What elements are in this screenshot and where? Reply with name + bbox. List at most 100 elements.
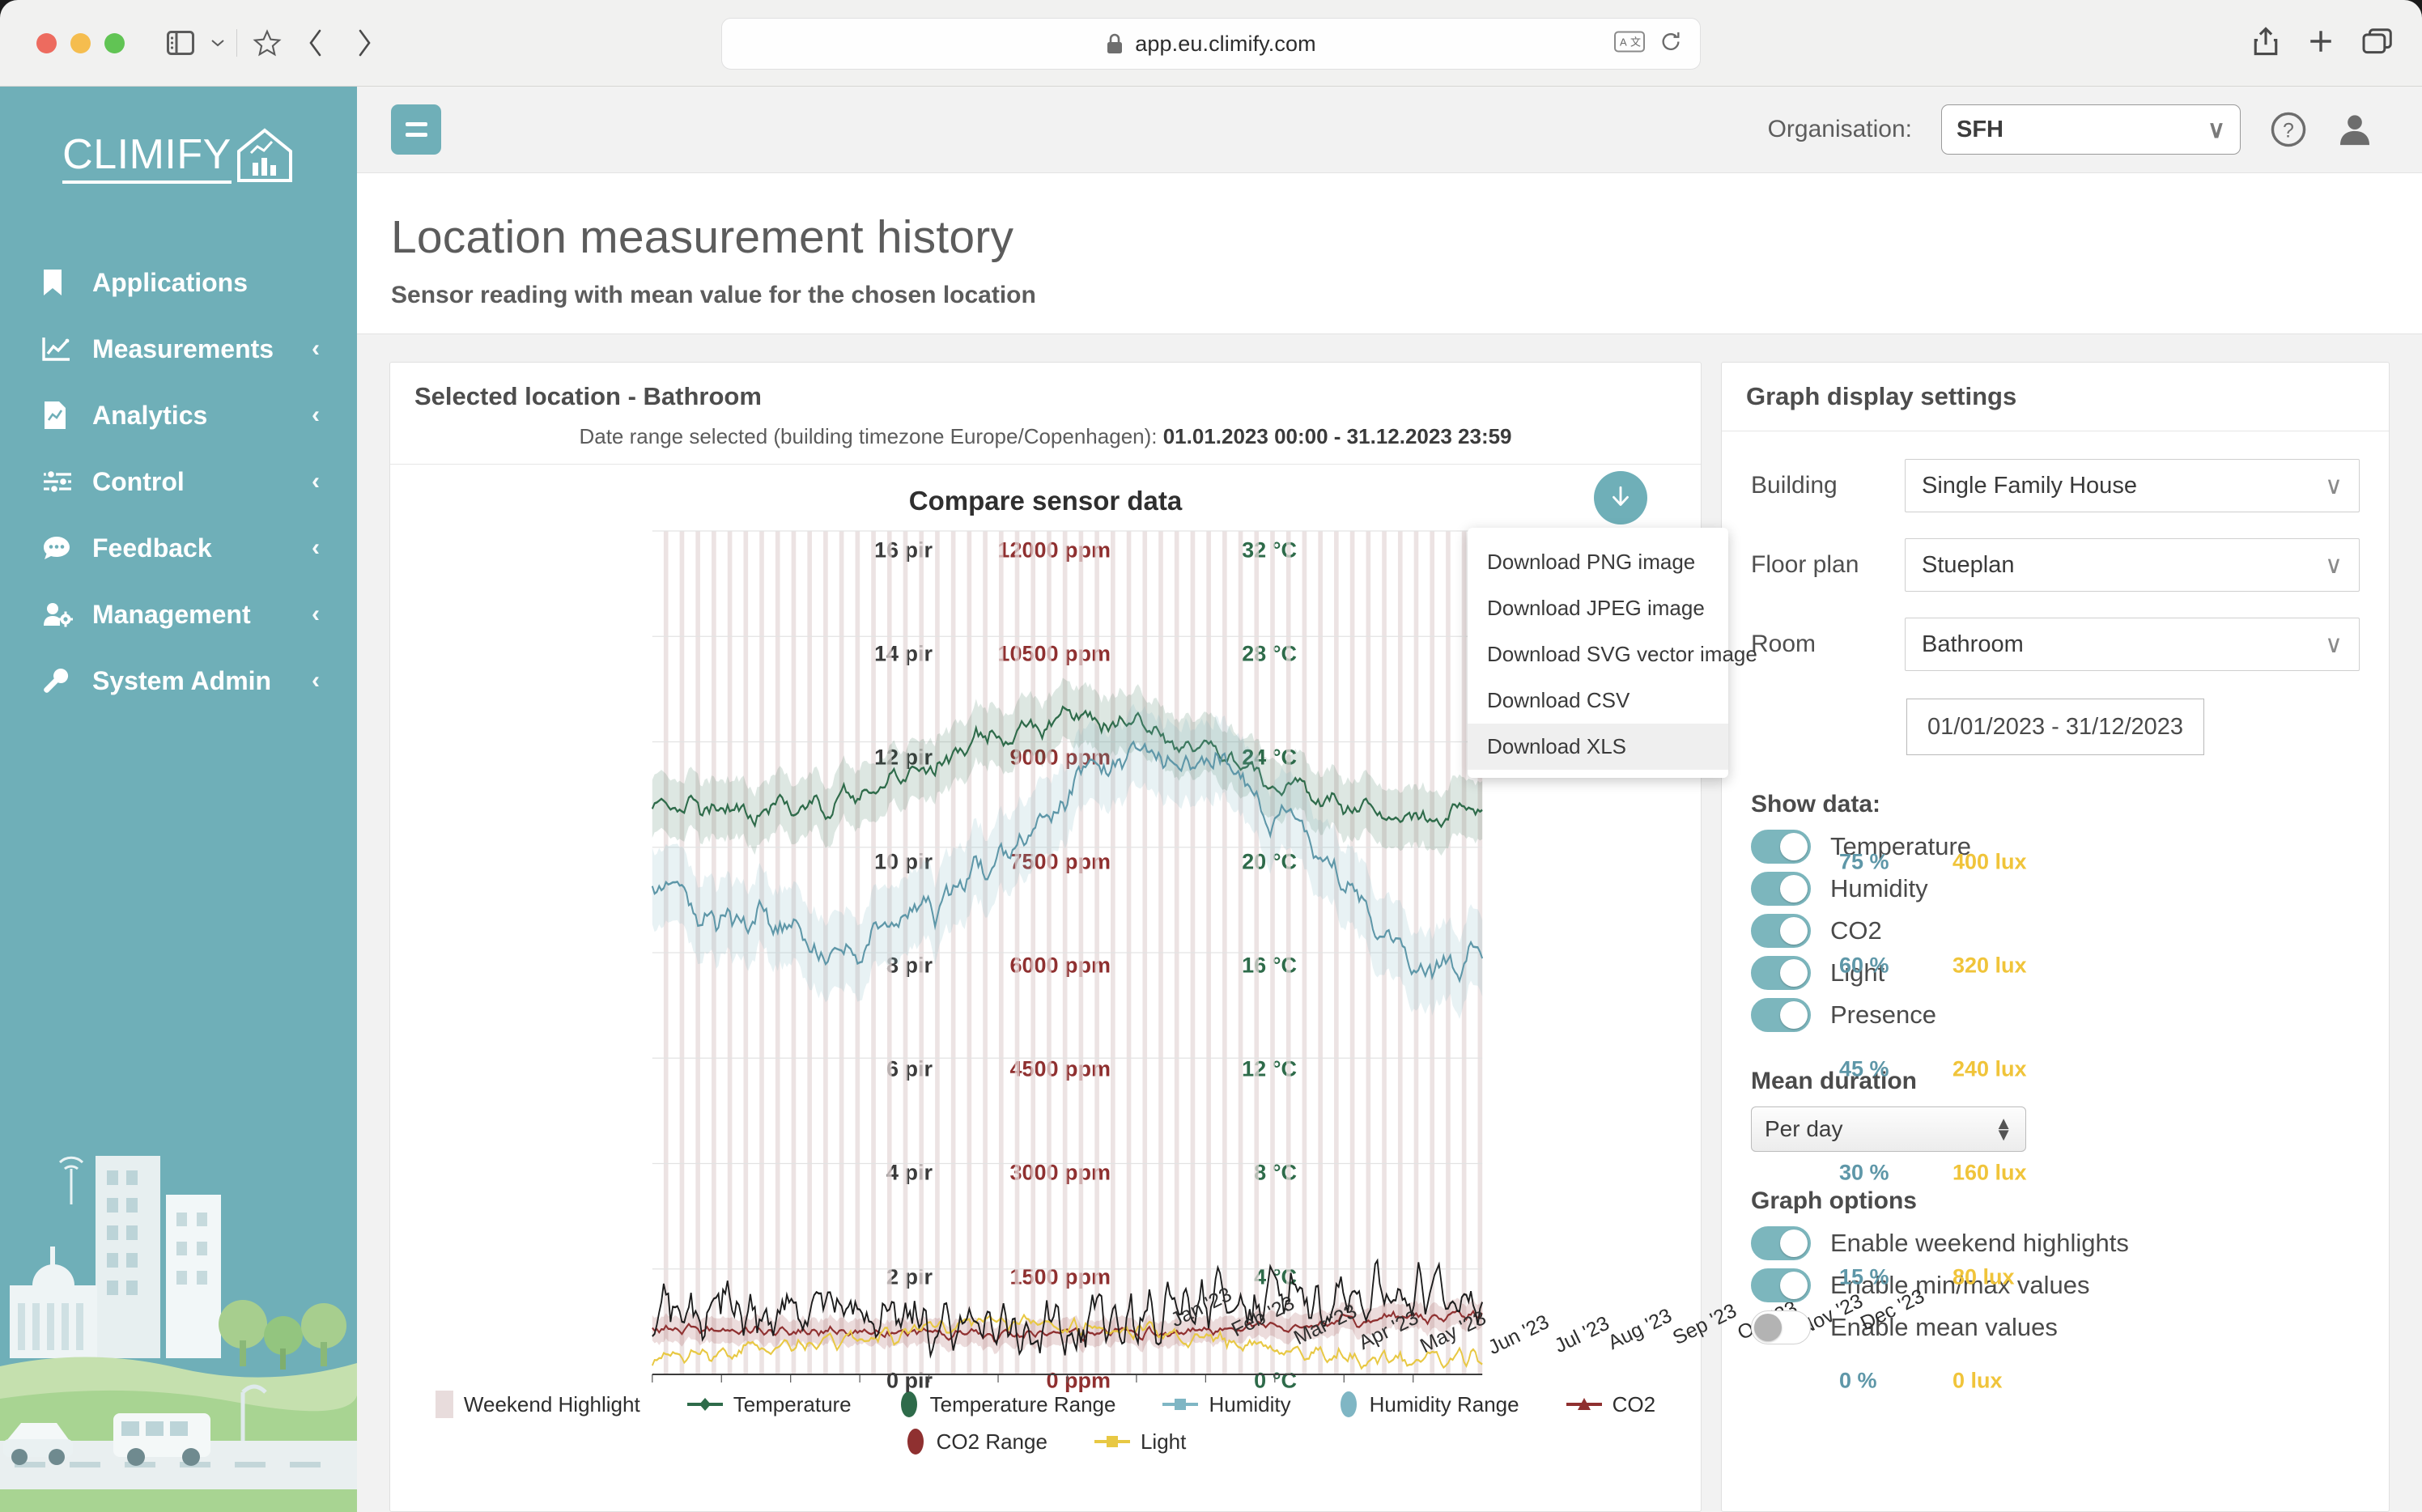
axis-tick: 80 lux [1952, 1264, 2015, 1289]
url-text: app.eu.climify.com [1135, 31, 1316, 56]
download-svg-item[interactable]: Download SVG vector image [1468, 631, 1757, 677]
legend-item-temperature[interactable]: Temperature [686, 1391, 852, 1418]
chevron-down-icon[interactable] [207, 21, 228, 65]
bookmark-star-icon[interactable] [245, 21, 289, 65]
legend-swatch [435, 1391, 453, 1418]
sliders-icon [42, 469, 74, 494]
axis-tick: Feb '23 [1228, 1291, 1298, 1342]
sidebar-item-measurements[interactable]: Measurements ‹ [0, 316, 357, 382]
sidebar-item-label: System Admin [92, 665, 272, 695]
building-value: Single Family House [1922, 472, 2137, 499]
brand-logo[interactable]: CLIMIFY [0, 87, 357, 204]
toggle-switch[interactable] [1751, 1226, 1811, 1260]
download-png-item[interactable]: Download PNG image [1468, 539, 1728, 585]
axis-tick: Jun '23 [1485, 1310, 1553, 1360]
sidebar-item-label: Control [92, 466, 185, 496]
sidebar-item-system-admin[interactable]: System Admin ‹ [0, 648, 357, 714]
sidebar-item-management[interactable]: Management ‹ [0, 581, 357, 648]
sidebar-item-applications[interactable]: Applications [0, 249, 357, 316]
svg-text:?: ? [2283, 120, 2294, 142]
chevron-left-icon[interactable]: ‹ [312, 602, 320, 626]
sidebar-item-analytics[interactable]: Analytics ‹ [0, 382, 357, 448]
organisation-select[interactable]: SFH ∨ [1941, 104, 2241, 155]
download-button[interactable] [1594, 471, 1647, 525]
axis-tick: 0 % [1839, 1368, 1877, 1393]
legend-label: Light [1140, 1429, 1187, 1454]
share-icon[interactable] [2252, 26, 2280, 61]
legend-item-weekend-highlight[interactable]: Weekend Highlight [435, 1391, 640, 1418]
download-xls-item[interactable]: Download XLS [1468, 724, 1728, 770]
translate-icon[interactable]: A文 [1614, 31, 1645, 57]
chart-legend: Weekend Highlight Temperature Temperatur… [390, 1382, 1701, 1459]
chevron-left-icon[interactable]: ‹ [312, 337, 320, 361]
axis-tick: 45 % [1839, 1056, 1889, 1081]
y-axis-humidity: 75 % 60 % 45 % 30 % 15 % 0 % [1839, 525, 1952, 1392]
legend-marker [1094, 1433, 1130, 1450]
forward-icon[interactable] [342, 21, 386, 65]
toggle-switch[interactable] [1751, 956, 1811, 990]
date-range-info: Date range selected (building timezone E… [414, 424, 1676, 449]
toggle-switch[interactable] [1751, 1310, 1811, 1344]
axis-tick: Mar '23 [1290, 1299, 1361, 1350]
toggle-switch[interactable] [1751, 872, 1811, 906]
chart-title: Compare sensor data [908, 486, 1183, 516]
help-icon[interactable]: ? [2270, 111, 2307, 148]
legend-item-co2[interactable]: CO2 [1566, 1391, 1655, 1418]
chat-icon [42, 535, 74, 561]
axis-tick: 30 % [1839, 1160, 1889, 1185]
sidebar-item-feedback[interactable]: Feedback ‹ [0, 515, 357, 581]
page-content: Selected location - Bathroom Date range … [357, 333, 2422, 1512]
chevron-down-icon: ∨ [2325, 472, 2343, 499]
chart-card: Selected location - Bathroom Date range … [389, 362, 2027, 1512]
report-icon [42, 401, 74, 430]
download-menu[interactable]: Download PNG image Download JPEG image D… [1468, 528, 1757, 778]
axis-tick: Jul '23 [1551, 1311, 1613, 1358]
legend-marker [1162, 1395, 1199, 1413]
hamburger-menu-button[interactable] [391, 104, 441, 155]
building-label: Building [1751, 472, 1838, 499]
building-select[interactable]: Single Family House ∨ [1905, 459, 2360, 512]
selected-location-title: Selected location - Bathroom [414, 382, 762, 410]
sidebar-item-control[interactable]: Control ‹ [0, 448, 357, 515]
chevron-left-icon[interactable]: ‹ [312, 403, 320, 427]
graph-settings-title: Graph display settings [1746, 382, 2017, 410]
download-jpeg-item[interactable]: Download JPEG image [1468, 585, 1728, 631]
new-tab-icon[interactable] [2307, 28, 2335, 59]
user-gear-icon [42, 601, 74, 627]
axis-tick: 400 lux [1952, 849, 2027, 874]
reload-icon[interactable] [1659, 31, 1682, 57]
chevron-left-icon[interactable]: ‹ [312, 669, 320, 693]
chevron-left-icon[interactable]: ‹ [312, 469, 320, 494]
address-bar[interactable]: app.eu.climify.com A文 [721, 18, 1701, 70]
minimize-window-button[interactable] [70, 32, 91, 53]
toggle-switch[interactable] [1751, 998, 1811, 1032]
toggle-switch[interactable] [1751, 830, 1811, 864]
legend-label: Temperature [733, 1391, 852, 1416]
legend-item-co2-range[interactable]: CO2 Range [905, 1428, 1047, 1455]
axis-tick: Apr '23 [1355, 1306, 1422, 1355]
axis-tick: Jan '23 [1167, 1282, 1236, 1332]
sidebar-toggle-icon[interactable] [159, 21, 202, 65]
chevron-left-icon[interactable]: ‹ [312, 536, 320, 560]
app-root: CLIMIFY Applications Measurements ‹ Anal… [0, 87, 2422, 1512]
chart-body: Compare sensor data Download PNG image D… [390, 465, 2027, 1511]
legend-item-humidity[interactable]: Humidity [1162, 1391, 1291, 1418]
mean-duration-value: Per day [1765, 1116, 1843, 1141]
sidebar-item-label: Analytics [92, 400, 208, 430]
tabs-overview-icon[interactable] [2362, 28, 2393, 59]
maximize-window-button[interactable] [104, 32, 125, 53]
back-icon[interactable] [294, 21, 338, 65]
legend-item-temperature-range[interactable]: Temperature Range [899, 1391, 1115, 1418]
legend-item-light[interactable]: Light [1094, 1428, 1186, 1455]
legend-marker [686, 1395, 723, 1413]
window-traffic-lights[interactable] [36, 32, 125, 53]
user-avatar-icon[interactable] [2336, 111, 2373, 148]
close-window-button[interactable] [36, 32, 57, 53]
download-csv-item[interactable]: Download CSV [1468, 677, 1728, 724]
toggle-switch[interactable] [1751, 914, 1811, 948]
axis-tick: 60 % [1839, 953, 1889, 978]
y-axis-light: 400 lux 320 lux 240 lux 160 lux 80 lux 0… [1952, 525, 2082, 1392]
legend-item-humidity-range[interactable]: Humidity Range [1338, 1391, 1519, 1418]
axis-tick: 160 lux [1952, 1160, 2027, 1185]
toggle-switch[interactable] [1751, 1268, 1811, 1302]
